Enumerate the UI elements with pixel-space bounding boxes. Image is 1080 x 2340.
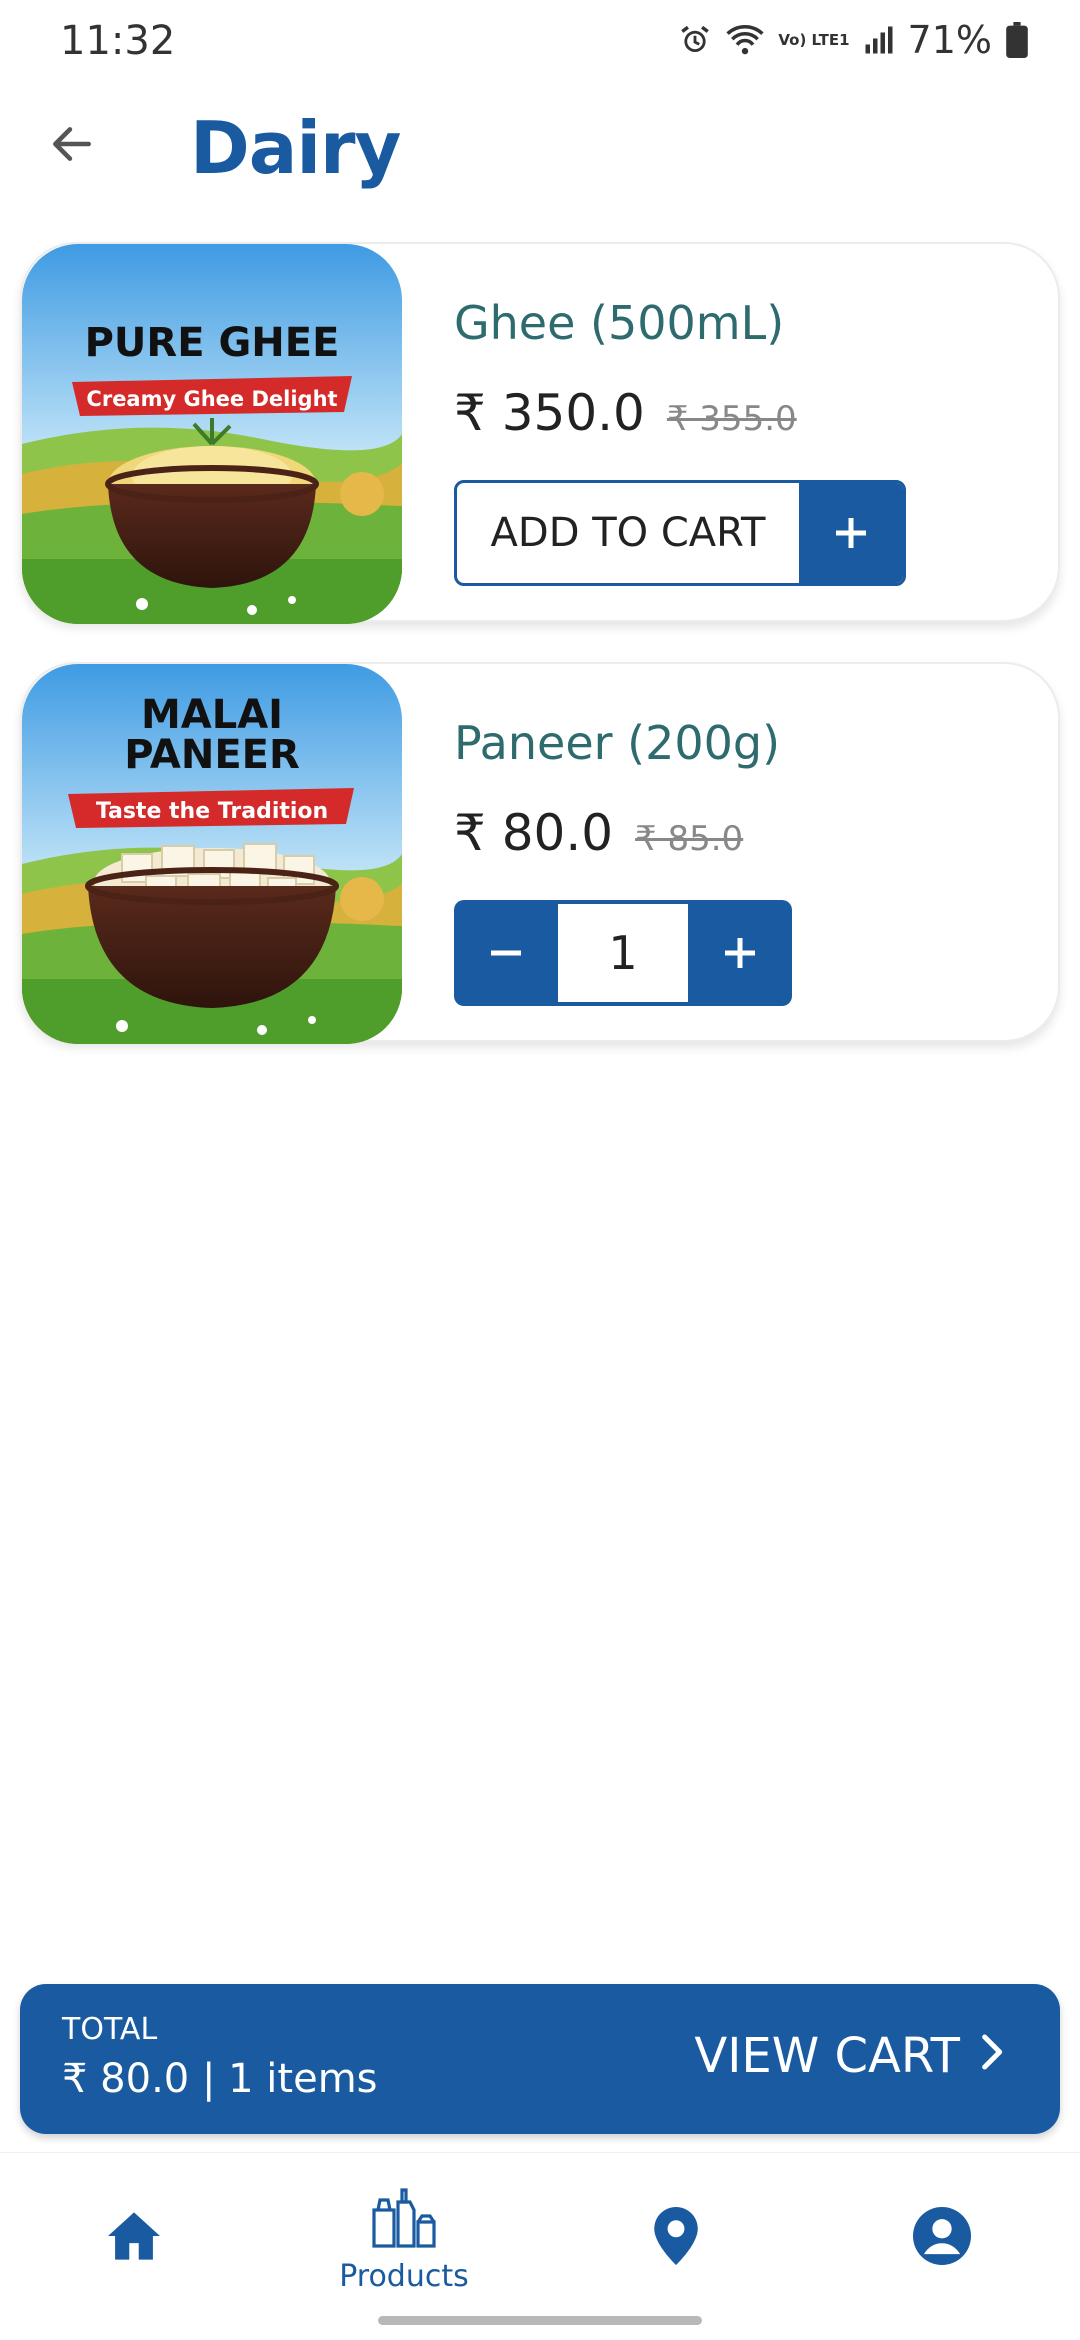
battery-icon (1006, 22, 1028, 58)
products-icon (370, 2182, 438, 2253)
location-pin-icon (654, 2206, 698, 2270)
nav-item-home[interactable] (44, 2153, 224, 2323)
bottom-navigation: Products (0, 2152, 1080, 2340)
product-mrp: ₹ 85.0 (635, 819, 744, 859)
product-name: Ghee (500mL) (454, 296, 785, 350)
view-cart-button[interactable]: VIEW CART (694, 2028, 1008, 2084)
page-title: Dairy (190, 106, 401, 190)
image-headline: PURE GHEE (85, 320, 340, 366)
add-to-cart-button[interactable]: ADD TO CART (454, 480, 906, 586)
wifi-icon (726, 24, 764, 56)
product-name: Paneer (200g) (454, 716, 781, 770)
cart-summary-bar[interactable]: TOTAL ₹ 80.0 | 1 items VIEW CART (20, 1984, 1060, 2134)
home-indicator[interactable] (378, 2316, 702, 2325)
quantity-stepper[interactable]: 1 (454, 900, 792, 1006)
nav-item-location[interactable] (586, 2153, 766, 2323)
back-button[interactable] (36, 110, 108, 182)
arrow-left-icon (47, 119, 97, 174)
product-image-paneer: MALAI PANEER Taste the Tradition (22, 664, 402, 1044)
price-row: ₹ 350.0 ₹ 355.0 (454, 384, 797, 442)
battery-percent: 71% (907, 18, 992, 62)
product-card-ghee[interactable]: PURE GHEE Creamy Ghee Delight Ghee (500m… (20, 242, 1060, 624)
view-cart-label: VIEW CART (694, 2028, 960, 2084)
status-time: 11:32 (60, 18, 176, 64)
nav-label-products: Products (339, 2259, 469, 2294)
increment-button[interactable] (688, 900, 792, 1006)
minus-icon (491, 950, 521, 956)
product-price: ₹ 80.0 (454, 804, 614, 862)
image-headline-line2: PANEER (124, 732, 300, 778)
status-icons: Vo) LTE1 71% (678, 18, 1028, 62)
alarm-icon (678, 23, 712, 57)
status-bar: 11:32 Vo) LTE1 71% (0, 0, 1080, 84)
add-to-cart-label: ADD TO CART (490, 510, 766, 556)
plus-icon[interactable] (799, 483, 903, 583)
chevron-right-icon (978, 2028, 1008, 2084)
decrement-button[interactable] (454, 900, 558, 1006)
product-image-ghee: PURE GHEE Creamy Ghee Delight (22, 244, 402, 624)
nav-item-products[interactable]: Products (314, 2153, 494, 2323)
image-tagline: Taste the Tradition (96, 799, 328, 824)
network-type-label: Vo) LTE1 (778, 30, 850, 49)
home-icon (105, 2210, 163, 2267)
image-tagline: Creamy Ghee Delight (86, 387, 337, 411)
total-label: TOTAL (62, 2012, 158, 2047)
price-row: ₹ 80.0 ₹ 85.0 (454, 804, 743, 862)
plus-icon (725, 938, 755, 968)
account-icon (913, 2206, 971, 2270)
header: Dairy (0, 96, 1080, 196)
quantity-value: 1 (558, 904, 688, 1002)
product-price: ₹ 350.0 (454, 384, 645, 442)
product-card-paneer[interactable]: MALAI PANEER Taste the Tradition Paneer … (20, 662, 1060, 1044)
product-mrp: ₹ 355.0 (666, 399, 797, 439)
signal-icon (864, 25, 894, 55)
total-value: ₹ 80.0 | 1 items (62, 2056, 378, 2102)
nav-item-account[interactable] (852, 2153, 1032, 2323)
